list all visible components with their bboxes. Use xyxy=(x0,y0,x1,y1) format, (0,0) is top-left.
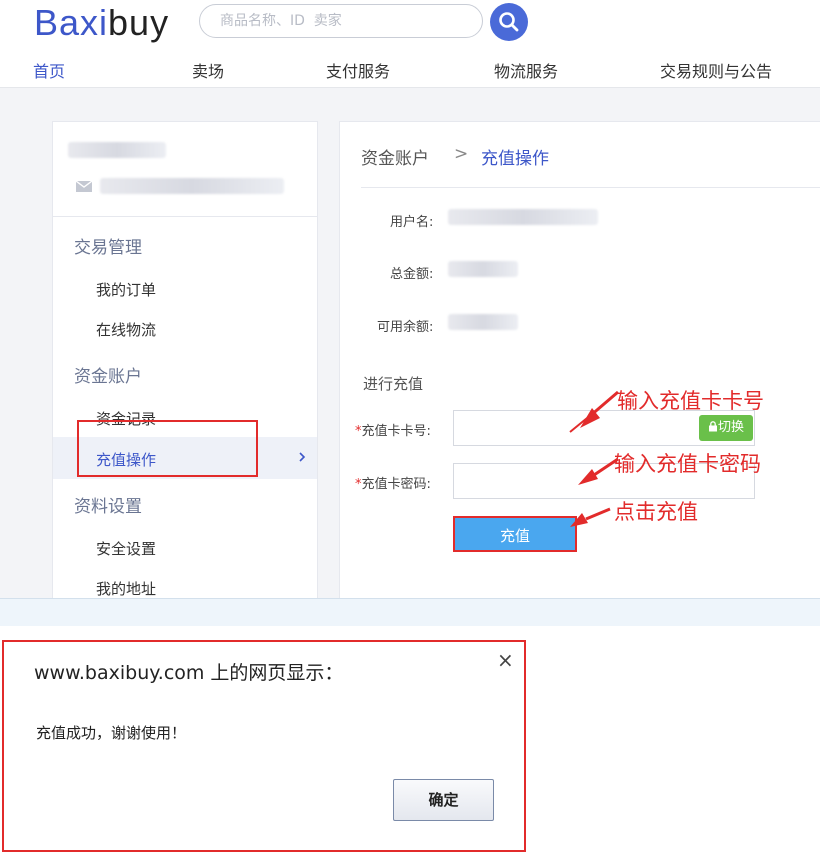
blurred-email xyxy=(100,178,284,194)
mail-icon xyxy=(76,181,92,192)
annotation-click-submit: 点击充值 xyxy=(614,500,698,524)
recharge-submit-button[interactable]: 充值 xyxy=(453,516,577,552)
breadcrumb-separator: > xyxy=(454,144,469,164)
blurred-available-balance xyxy=(448,314,518,330)
nav-mall[interactable]: 卖场 xyxy=(192,58,224,82)
blurred-username xyxy=(68,142,166,158)
username-label: 用户名: xyxy=(390,215,434,230)
switch-label: 切换 xyxy=(717,420,744,435)
chevron-right-icon xyxy=(299,452,306,462)
sidebar-item-my-orders[interactable]: 我的订单 xyxy=(96,279,156,300)
search-input[interactable] xyxy=(220,5,470,37)
total-amount-label: 总金额: xyxy=(390,267,434,282)
sidebar-group-funds: 资金账户 xyxy=(74,367,142,387)
sidebar-divider xyxy=(52,216,318,217)
arrow-icon xyxy=(578,457,619,485)
search-icon xyxy=(499,12,519,32)
arrow-icon xyxy=(569,390,619,433)
card-password-label: *充值卡密码: xyxy=(355,473,431,492)
search-box xyxy=(199,4,483,38)
sidebar-item-online-logistics[interactable]: 在线物流 xyxy=(96,319,156,340)
card-number-label-text: 充值卡卡号: xyxy=(361,424,431,439)
lock-icon xyxy=(708,421,717,432)
annotation-card-password: 输入充值卡密码 xyxy=(614,452,761,476)
sidebar-group-trade: 交易管理 xyxy=(74,238,142,258)
annotation-highlight-recharge xyxy=(77,420,258,477)
breadcrumb-current: 充值操作 xyxy=(481,149,549,169)
recharge-section-title: 进行充值 xyxy=(363,375,424,393)
annotation-card-number: 输入充值卡卡号 xyxy=(617,389,764,413)
footer-band xyxy=(0,598,820,626)
blurred-total-amount xyxy=(448,261,518,277)
logo-text-main: Baxi xyxy=(34,2,109,43)
dialog-message: 充值成功，谢谢使用！ xyxy=(36,724,187,742)
nav-home[interactable]: 首页 xyxy=(33,58,65,82)
search-button[interactable] xyxy=(490,3,528,41)
main-divider xyxy=(361,187,820,188)
sidebar-item-security[interactable]: 安全设置 xyxy=(96,538,156,559)
arrow-icon xyxy=(570,507,611,527)
logo[interactable]: Baxibuy xyxy=(34,2,169,44)
card-number-label: *充值卡卡号: xyxy=(355,420,431,439)
blurred-username-value xyxy=(448,209,598,225)
nav-payment[interactable]: 支付服务 xyxy=(326,58,390,82)
dialog-title: www.baxibuy.com 上的网页显示： xyxy=(34,662,344,684)
logo-text-tail: buy xyxy=(108,2,170,43)
available-balance-label: 可用余额: xyxy=(377,320,434,335)
breadcrumb-parent[interactable]: 资金账户 xyxy=(361,144,429,169)
dialog-ok-button[interactable]: 确定 xyxy=(393,779,494,821)
switch-button[interactable]: 切换 xyxy=(699,415,753,441)
nav-logistics[interactable]: 物流服务 xyxy=(494,58,558,82)
sidebar-item-address[interactable]: 我的地址 xyxy=(96,578,156,599)
sidebar-group-profile: 资料设置 xyxy=(74,497,142,517)
main-panel xyxy=(339,121,820,601)
nav-rules[interactable]: 交易规则与公告 xyxy=(660,58,772,82)
close-icon[interactable]: × xyxy=(497,648,514,672)
card-password-label-text: 充值卡密码: xyxy=(361,477,431,492)
